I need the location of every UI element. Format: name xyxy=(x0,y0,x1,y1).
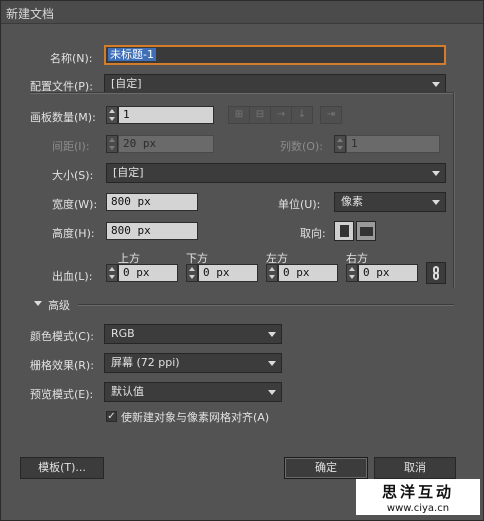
units-select[interactable]: 像素 xyxy=(334,192,446,212)
watermark-url: www.ciya.cn xyxy=(386,503,450,514)
landscape-icon[interactable] xyxy=(356,221,376,241)
color-mode-value: RGB xyxy=(111,327,135,340)
chevron-down-icon xyxy=(268,332,276,337)
size-select[interactable]: [自定] xyxy=(106,163,446,183)
chevron-down-icon xyxy=(432,82,440,87)
artboard-count-label: 画板数量(M): xyxy=(30,111,96,124)
templates-button[interactable]: 模板(T)... xyxy=(20,457,104,479)
spacing-input[interactable]: 20 px xyxy=(118,135,214,153)
bleed-label: 出血(L): xyxy=(52,270,93,283)
columns-stepper[interactable] xyxy=(334,135,346,153)
color-mode-label: 颜色模式(C): xyxy=(30,330,94,343)
window-title: 新建文档 xyxy=(6,7,55,21)
size-label: 大小(S): xyxy=(52,169,94,182)
portrait-page-shape xyxy=(340,225,349,237)
bleed-top-stepper[interactable] xyxy=(106,264,118,282)
bleed-left-stepper[interactable] xyxy=(266,264,278,282)
advanced-label[interactable]: 高级 xyxy=(48,297,70,313)
chevron-down-icon xyxy=(268,390,276,395)
grid-by-column-icon[interactable]: ⊟ xyxy=(249,106,271,124)
raster-effects-label: 栅格效果(R): xyxy=(30,359,94,372)
units-value: 像素 xyxy=(341,195,363,208)
document-name-input[interactable]: 未标题-1 xyxy=(104,45,446,65)
chevron-down-icon xyxy=(432,171,440,176)
profile-select[interactable]: [自定] xyxy=(104,74,446,94)
preview-mode-label: 预览模式(E): xyxy=(30,388,94,401)
link-lower-shape xyxy=(433,272,439,280)
bleed-left-input[interactable]: 0 px xyxy=(278,264,338,282)
align-to-pixel-grid-label[interactable]: 使新建对象与像素网格对齐(A) xyxy=(121,409,269,425)
name-label: 名称(N): xyxy=(50,52,93,65)
raster-effects-value: 屏幕 (72 ppi) xyxy=(111,356,180,369)
size-value: [自定] xyxy=(113,166,144,179)
align-to-pixel-grid-checkbox[interactable]: ✓ xyxy=(106,411,117,422)
artboard-count-input[interactable]: 1 xyxy=(118,106,214,124)
ok-button[interactable]: 确定 xyxy=(284,457,368,479)
change-to-rtl-icon[interactable]: ⇥ xyxy=(320,106,342,124)
units-label: 单位(U): xyxy=(278,198,321,211)
bleed-right-stepper[interactable] xyxy=(346,264,358,282)
bleed-right-input[interactable]: 0 px xyxy=(358,264,418,282)
grid-by-row-icon[interactable]: ⊞ xyxy=(228,106,250,124)
arrange-by-row-icon[interactable]: → xyxy=(270,106,292,124)
height-input[interactable]: 800 px xyxy=(106,222,198,240)
advanced-divider xyxy=(78,304,454,306)
width-label: 宽度(W): xyxy=(52,198,98,211)
disclosure-triangle-icon[interactable] xyxy=(34,301,42,306)
preview-mode-value: 默认值 xyxy=(111,385,144,398)
portrait-icon[interactable] xyxy=(334,221,354,241)
bleed-top-input[interactable]: 0 px xyxy=(118,264,178,282)
raster-effects-select[interactable]: 屏幕 (72 ppi) xyxy=(104,353,282,373)
artboard-count-stepper[interactable] xyxy=(106,106,118,124)
profile-group-divider xyxy=(30,92,454,94)
orientation-label: 取向: xyxy=(300,227,326,240)
watermark-logo: 思洋互动 www.ciya.cn xyxy=(356,479,480,515)
profile-group-edge xyxy=(453,92,455,288)
profile-value: [自定] xyxy=(111,77,142,90)
height-label: 高度(H): xyxy=(52,227,95,240)
watermark-title: 思洋互动 xyxy=(381,483,454,501)
bleed-bottom-stepper[interactable] xyxy=(186,264,198,282)
preview-mode-select[interactable]: 默认值 xyxy=(104,382,282,402)
document-name-value: 未标题-1 xyxy=(108,48,156,61)
cancel-button[interactable]: 取消 xyxy=(374,457,456,479)
color-mode-select[interactable]: RGB xyxy=(104,324,282,344)
chevron-down-icon xyxy=(268,361,276,366)
columns-input[interactable]: 1 xyxy=(346,135,440,153)
landscape-page-shape xyxy=(360,227,373,236)
bleed-bottom-input[interactable]: 0 px xyxy=(198,264,258,282)
width-input[interactable]: 800 px xyxy=(106,193,198,211)
chevron-down-icon xyxy=(432,200,440,205)
columns-label: 列数(O): xyxy=(280,140,323,153)
spacing-label: 间距(I): xyxy=(52,140,90,153)
spacing-stepper[interactable] xyxy=(106,135,118,153)
arrange-by-column-icon[interactable]: ↓ xyxy=(291,106,313,124)
title-bar[interactable]: 新建文档 xyxy=(0,0,484,24)
chain-link-icon[interactable] xyxy=(426,262,446,284)
